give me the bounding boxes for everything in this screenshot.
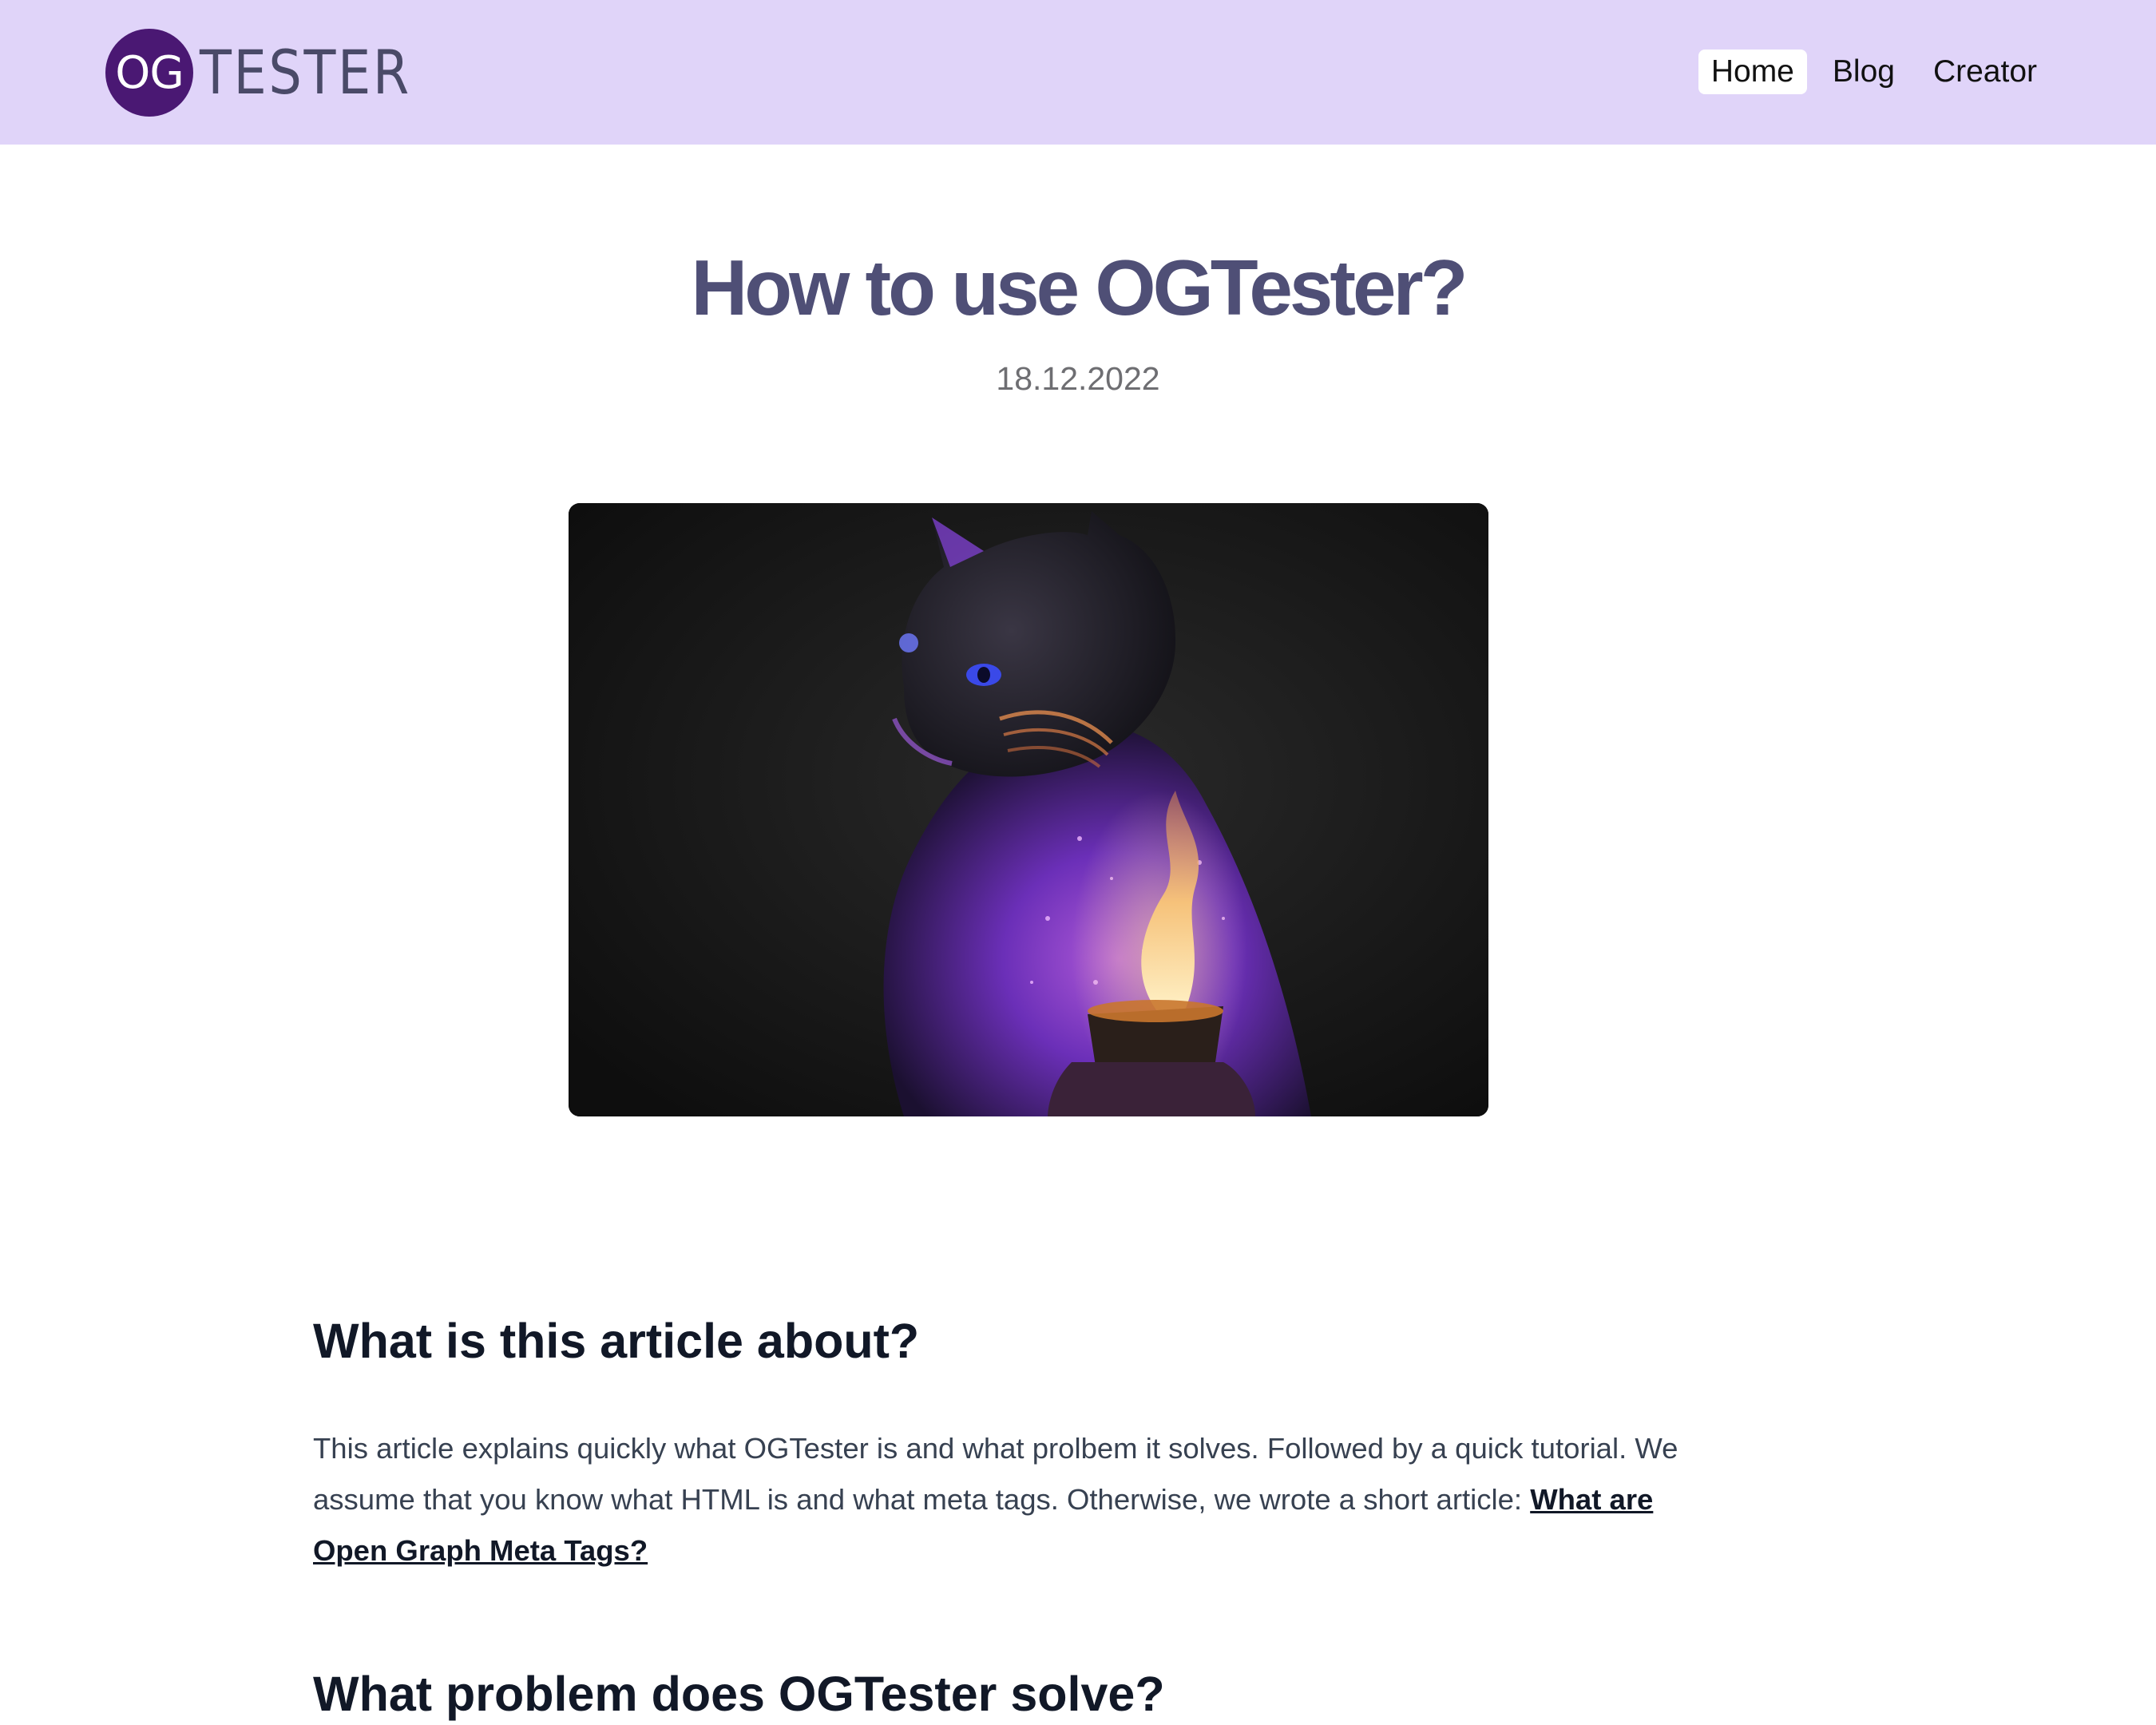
main-nav: Home Blog Creator — [1698, 50, 2050, 94]
logo-mark: OG — [105, 29, 193, 117]
article-title: How to use OGTester? — [691, 244, 1468, 331]
nav-blog-link[interactable]: Blog — [1820, 50, 1908, 94]
cat-illustration — [569, 503, 1488, 1116]
section-paragraph-about: This article explains quickly what OGTes… — [313, 1423, 1734, 1576]
paragraph-text: This article explains quickly what OGTes… — [313, 1432, 1678, 1516]
article-date: 18.12.2022 — [996, 360, 1160, 397]
nav-home-link[interactable]: Home — [1698, 50, 1807, 94]
site-logo[interactable]: OG TESTER — [105, 28, 446, 117]
section-heading-problem: What problem does OGTester solve? — [313, 1667, 1165, 1721]
hero-image — [569, 503, 1488, 1116]
logo-wordmark: TESTER — [200, 37, 411, 108]
nav-creator-link[interactable]: Creator — [1920, 50, 2050, 94]
section-heading-about: What is this article about? — [313, 1314, 920, 1368]
site-header: OG TESTER Home Blog Creator — [0, 0, 2156, 145]
